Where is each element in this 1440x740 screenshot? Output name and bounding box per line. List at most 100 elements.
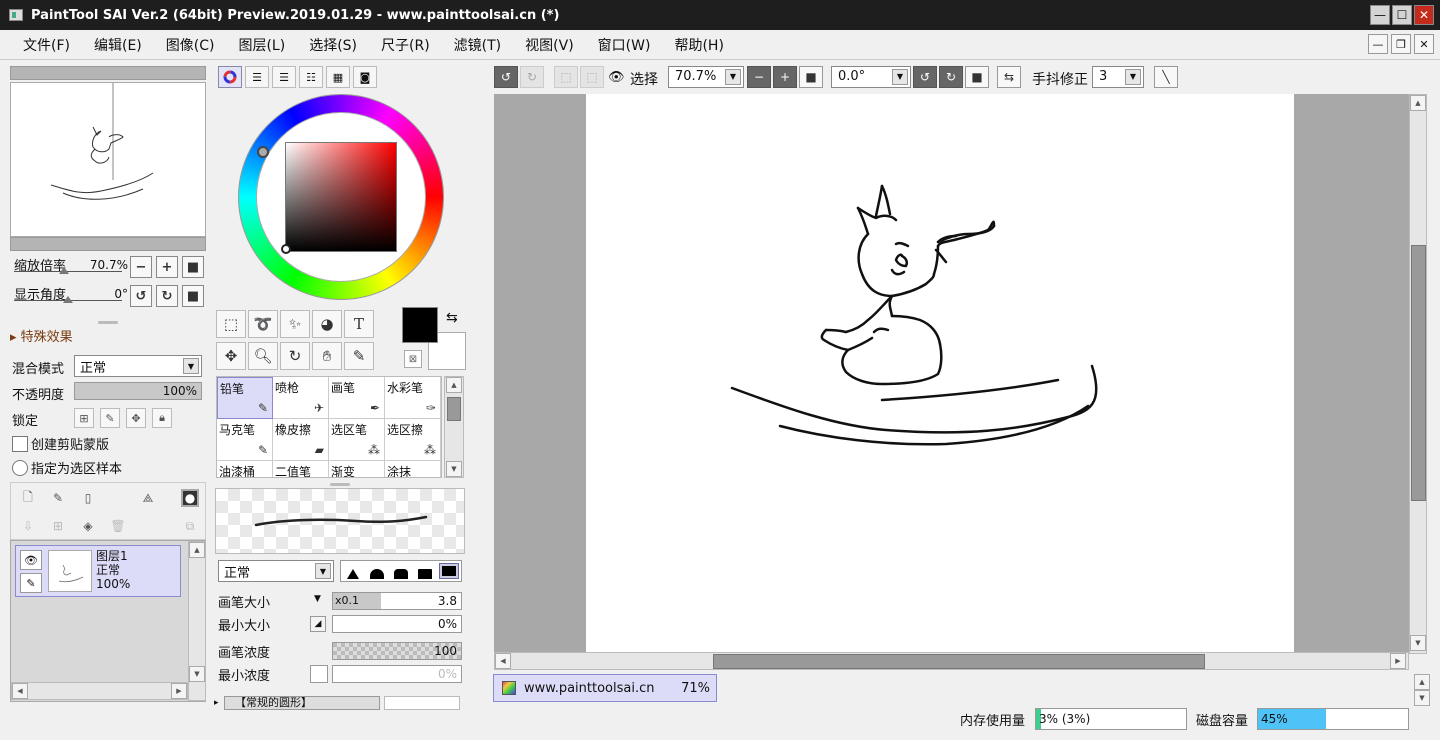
text-tool-icon[interactable]: T [344, 310, 374, 338]
brush-shape-select[interactable]: 【常规的圆形】 [224, 696, 380, 710]
scroll-up-icon[interactable]: ▲ [1410, 95, 1426, 111]
scroll-down-icon[interactable]: ▼ [1410, 635, 1426, 651]
zoom-in-button[interactable]: + [156, 256, 178, 278]
menu-file[interactable]: 文件(F) [0, 35, 82, 55]
layer-list-hscrollbar[interactable]: ◀ ▶ [11, 682, 188, 700]
rect-select-icon[interactable]: ⬚ [216, 310, 246, 338]
color-mix-tab-icon[interactable]: ☷ [299, 66, 323, 88]
canvas-angle-select[interactable]: 0.0° ▼ [831, 66, 911, 88]
opacity-slider[interactable]: 100% [74, 382, 202, 400]
zoom-tool-icon[interactable]: 🔍︎ [248, 342, 278, 370]
document-tab[interactable]: www.painttoolsai.cn 71% [493, 674, 717, 702]
hue-marker[interactable] [257, 146, 269, 158]
brush-marker[interactable]: 马克笔 ✎ [217, 419, 273, 461]
close-button[interactable]: ✕ [1414, 5, 1434, 25]
canvas-rotate-reset-button[interactable]: ■ [965, 66, 989, 88]
brush-blend-select[interactable]: 正常 ▼ [218, 560, 334, 582]
brush-bucket[interactable]: 油漆桶 [217, 461, 273, 477]
brush-gradient[interactable]: 渐变 [329, 461, 385, 477]
redo-icon[interactable]: ↻ [520, 66, 544, 88]
visibility-eye-icon[interactable]: 👁︎ [20, 550, 42, 570]
rotate-right-button[interactable]: ↻ [156, 285, 178, 307]
canvas-hscrollbar[interactable]: ◀ ▶ [494, 652, 1409, 670]
canvas-rotate-left-button[interactable]: ↺ [913, 66, 937, 88]
brush-size-slider[interactable]: x0.1 3.8 [332, 592, 462, 610]
rotate-reset-button[interactable]: ■ [182, 285, 204, 307]
shape-tool-icon[interactable]: ◕ [312, 310, 342, 338]
tab-scroll-down-icon[interactable]: ▼ [1414, 690, 1430, 706]
color-wheel[interactable] [238, 94, 444, 300]
menu-view[interactable]: 视图(V) [513, 35, 586, 55]
canvas-viewport[interactable]: ▲ ▼ [494, 94, 1427, 654]
transparent-color-icon[interactable]: ⊠ [404, 350, 422, 368]
scroll-down-icon[interactable]: ▼ [446, 461, 462, 477]
swap-colors-icon[interactable]: ⇆ [446, 310, 458, 326]
lock-paint-icon[interactable]: ✎ [100, 408, 120, 428]
menu-layer[interactable]: 图层(L) [226, 35, 297, 55]
blend-mode-select[interactable]: 正常 ▼ [74, 355, 202, 377]
navigator-scrollbar-bottom[interactable] [10, 237, 206, 251]
new-layer-icon[interactable]: 🗋 [19, 489, 37, 507]
min-size-slider[interactable]: 0% [332, 615, 462, 633]
scroll-left-icon[interactable]: ◀ [12, 683, 28, 699]
selection-source-radio[interactable] [12, 459, 28, 476]
layer-row[interactable]: 👁︎ ✎ 图层1 正常 100% [15, 545, 181, 597]
brush-grid-scroll-thumb[interactable] [447, 397, 461, 421]
maximize-button[interactable]: ☐ [1392, 5, 1412, 25]
canvas-zoom-out-button[interactable]: − [747, 66, 771, 88]
sv-marker[interactable] [281, 244, 291, 254]
brush-grid-scrollbar[interactable]: ▲ ▼ [444, 376, 464, 478]
new-folder-icon[interactable]: ▯ [79, 489, 97, 507]
canvas-zoom-reset-button[interactable]: ■ [799, 66, 823, 88]
brush-binary-pen[interactable]: 二值笔 [273, 461, 329, 477]
selection-visibility-eye-icon[interactable]: 👁︎ [608, 70, 625, 85]
zoom-out-button[interactable]: − [130, 256, 152, 278]
new-linework-layer-icon[interactable]: ✎ [49, 489, 67, 507]
menu-help[interactable]: 帮助(H) [662, 35, 735, 55]
layer-edit-pencil-icon[interactable]: ✎ [20, 573, 42, 593]
density-slider[interactable]: 100 [332, 642, 462, 660]
hand-tool-icon[interactable]: ✋︎ [312, 342, 342, 370]
angle-slider-thumb[interactable] [63, 296, 73, 303]
lasso-icon[interactable]: ➰ [248, 310, 278, 338]
canvas-zoom-in-button[interactable]: + [773, 66, 797, 88]
navigator-preview[interactable] [10, 82, 206, 237]
canvas-paper[interactable] [586, 94, 1294, 654]
canvas-vscroll-thumb[interactable] [1411, 245, 1426, 501]
selection-source-row[interactable]: 指定为选区样本 [12, 458, 122, 477]
brush-smudge[interactable]: 涂抹 [385, 461, 441, 477]
foreground-color-swatch[interactable] [402, 307, 438, 343]
move-tool-icon[interactable]: ✥ [216, 342, 246, 370]
clipping-group-checkbox[interactable] [12, 435, 28, 452]
apply-mask-icon[interactable]: ⧉ [181, 517, 199, 535]
menu-select[interactable]: 选择(S) [297, 35, 369, 55]
size-dropdown-arrow-icon[interactable]: ▼ [314, 594, 321, 604]
brush-panel-splitter[interactable] [330, 483, 350, 486]
layer-mask-icon[interactable]: ● [181, 489, 199, 507]
menu-image[interactable]: 图像(C) [154, 35, 227, 55]
brush-eraser[interactable]: 橡皮擦 ▰ [273, 419, 329, 461]
edge-shape-3-icon[interactable] [391, 563, 411, 579]
doc-restore-button[interactable]: ❐ [1391, 34, 1411, 54]
flip-horizontal-icon[interactable]: ⇆ [997, 66, 1021, 88]
zoom-slider-thumb[interactable] [59, 267, 69, 274]
scroll-right-icon[interactable]: ▶ [171, 683, 187, 699]
lock-move-icon[interactable]: ✥ [126, 408, 146, 428]
brush-size-multiplier[interactable]: x0.1 [333, 593, 381, 609]
canvas-vscrollbar[interactable]: ▲ ▼ [1409, 94, 1427, 654]
scroll-up-icon[interactable]: ▲ [189, 542, 205, 558]
rotate-tool-icon[interactable]: ↻ [280, 342, 310, 370]
menu-ruler[interactable]: 尺子(R) [369, 35, 442, 55]
invert-selection-icon[interactable]: ⬚ [580, 66, 604, 88]
scroll-down-icon[interactable]: ▼ [189, 666, 205, 682]
merge-down-icon[interactable]: ⊞ [49, 517, 67, 535]
effects-section-title[interactable]: ▸ 特殊效果 [10, 326, 73, 345]
menu-filter[interactable]: 滤镜(T) [442, 35, 513, 55]
doc-minimize-button[interactable]: — [1368, 34, 1388, 54]
brush-select-pen[interactable]: 选区笔 ⁂ [329, 419, 385, 461]
edge-shape-5-icon[interactable] [439, 563, 459, 579]
brush-shape-expand-icon[interactable]: ▸ [214, 698, 219, 708]
brush-pencil[interactable]: 铅笔 ✎ [217, 377, 273, 419]
brush-watercolor[interactable]: 水彩笔 ✑ [385, 377, 441, 419]
scroll-left-icon[interactable]: ◀ [495, 653, 511, 669]
